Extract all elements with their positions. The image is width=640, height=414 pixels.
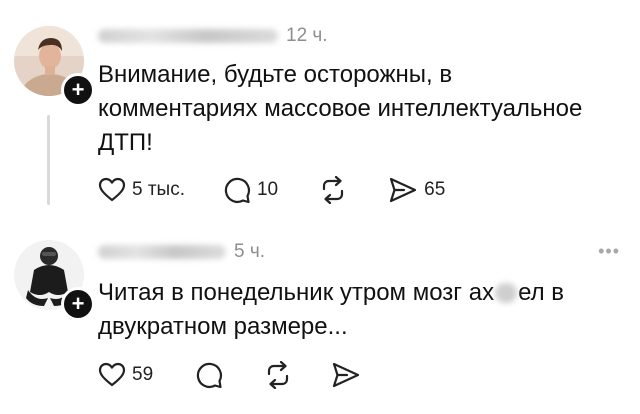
speech-bubble-icon <box>197 362 223 389</box>
share-button[interactable]: 65 <box>388 175 445 205</box>
like-count: 5 тыс. <box>132 179 185 200</box>
repost-icon <box>268 361 289 389</box>
like-button[interactable]: 5 тыс. <box>98 175 185 205</box>
post-header: 12 ч. <box>98 23 328 49</box>
censor-blur <box>495 283 518 303</box>
post-time: 12 ч. <box>286 25 328 46</box>
like-count: 59 <box>132 364 154 385</box>
reply-button[interactable] <box>195 360 223 390</box>
speech-bubble-icon <box>224 177 251 204</box>
share-button[interactable] <box>331 360 361 390</box>
thread-line <box>47 115 50 205</box>
post-text-part: Читая в понедельник утром мозг ах <box>98 279 495 306</box>
repost-icon <box>323 176 344 204</box>
action-bar: 59 <box>98 360 361 390</box>
like-button[interactable]: 59 <box>98 360 153 390</box>
avatar-wrap[interactable]: + <box>14 26 95 107</box>
avatar-wrap[interactable]: + <box>14 240 95 321</box>
repost-button[interactable] <box>263 360 293 390</box>
follow-button[interactable]: + <box>61 73 95 107</box>
heart-icon <box>98 362 126 387</box>
post-1: + 12 ч. Внимание, будьте осторожны, в ко… <box>0 0 640 230</box>
share-count: 65 <box>424 179 446 200</box>
paper-plane-icon <box>333 362 360 388</box>
reply-button[interactable]: 10 <box>223 175 278 205</box>
username-redacted[interactable] <box>98 29 278 43</box>
follow-button[interactable]: + <box>61 287 95 321</box>
action-bar: 5 тыс. 10 65 <box>98 175 445 205</box>
post-text: Читая в понедельник утром мозг ах ел в дв… <box>98 276 618 344</box>
username-redacted[interactable] <box>98 245 226 259</box>
paper-plane-icon <box>390 177 417 203</box>
reply-count: 10 <box>256 179 279 200</box>
heart-icon <box>98 177 126 202</box>
repost-button[interactable] <box>318 175 348 205</box>
post-time: 5 ч. <box>234 241 266 262</box>
post-header: 5 ч. <box>98 239 265 265</box>
post-text: Внимание, будьте осторожны, в комментари… <box>98 61 590 156</box>
more-options-button[interactable]: ••• <box>598 241 620 262</box>
post-2: + 5 ч. ••• Читая в понедельник утром моз… <box>0 230 640 414</box>
